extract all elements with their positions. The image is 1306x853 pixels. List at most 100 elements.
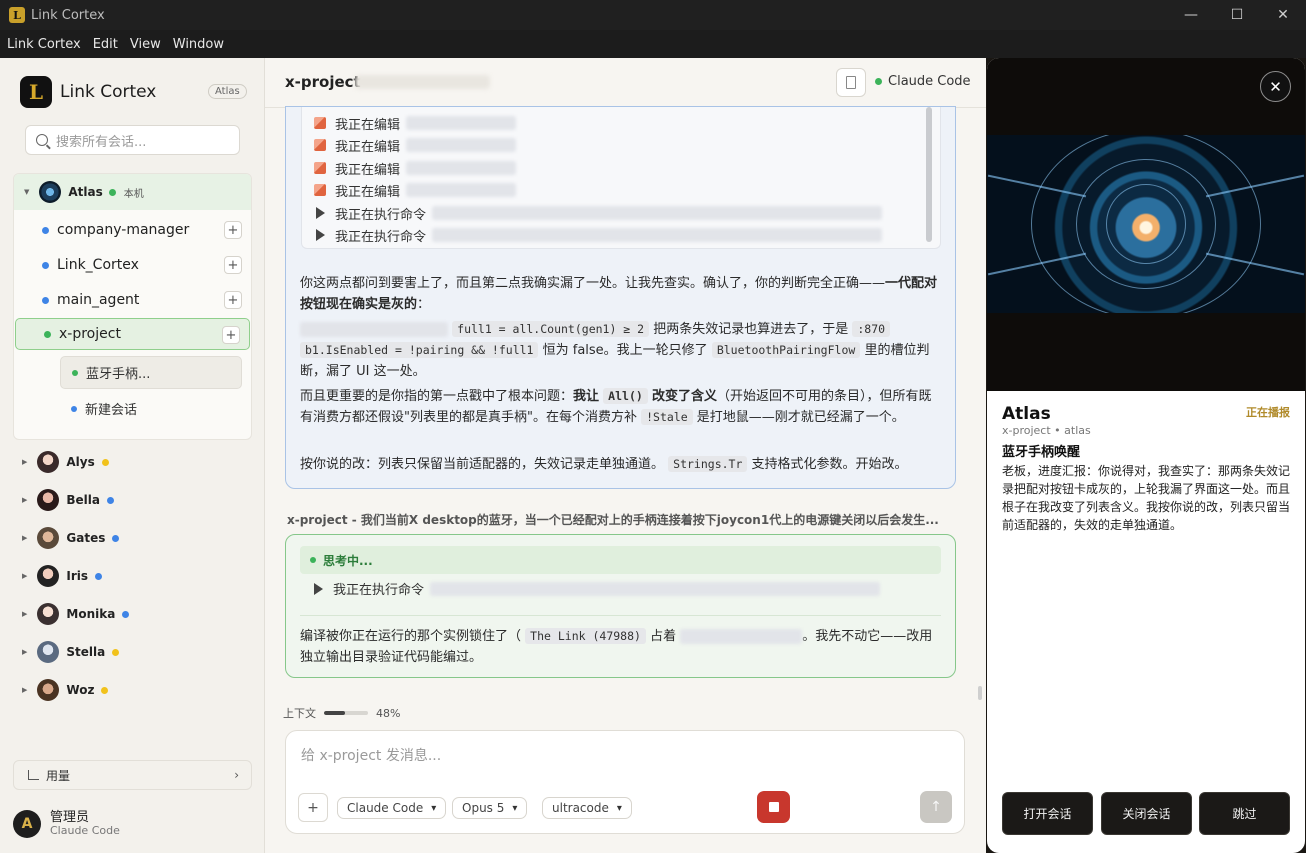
skip-button[interactable]: 跳过 <box>1199 792 1290 835</box>
session-preview[interactable]: x-project - 我们当前X desktop的蓝牙，当一个已经配对上的手柄… <box>287 511 947 528</box>
expand-caret-icon[interactable]: ▶ <box>22 572 27 580</box>
agent-alys[interactable]: ▶ Alys <box>22 443 109 481</box>
tool-call-run[interactable]: 我正在执行命令 <box>312 579 881 598</box>
expand-caret-icon[interactable]: ▶ <box>22 648 27 656</box>
status-badge: 正在播报 <box>1246 406 1290 419</box>
status-dot <box>108 188 116 196</box>
add-session-button[interactable]: + <box>224 291 242 309</box>
mode-select[interactable]: ultracode ▾ <box>542 797 632 819</box>
inline-code: The Link (47988) <box>525 628 646 644</box>
page-title: x-project <box>285 73 361 91</box>
project-x-project[interactable]: x-project + <box>15 318 250 350</box>
add-session-button[interactable]: + <box>224 256 242 274</box>
document-button[interactable] <box>836 68 866 97</box>
thinking-indicator: 思考中... <box>300 546 941 574</box>
stop-button[interactable] <box>757 791 790 823</box>
document-icon <box>846 76 856 89</box>
redacted-path <box>406 116 517 130</box>
inline-code: All() <box>603 388 648 404</box>
redacted-text <box>300 322 448 337</box>
app-logo-icon: L <box>9 7 25 23</box>
agent-iris[interactable]: ▶ Iris <box>22 557 103 595</box>
chart-icon <box>28 770 39 780</box>
avatar <box>37 527 60 549</box>
message-text: 把两条失效记录也算进去了，于是 <box>653 322 849 337</box>
assistant-message: 我正在编辑 我正在编辑 我正在编辑 我正在编辑 我正在执行命令 我正在执行命令 … <box>285 106 956 489</box>
context-progress-fill <box>324 711 346 715</box>
edit-icon <box>314 184 326 196</box>
project-company-manager[interactable]: company-manager + <box>14 214 251 246</box>
agent-bella[interactable]: ▶ Bella <box>22 481 114 519</box>
resize-handle[interactable] <box>978 686 982 700</box>
engine-select[interactable]: Claude Code ▾ <box>337 797 447 819</box>
inline-code: !Stale <box>641 409 693 425</box>
context-label: 上下文 <box>283 707 316 720</box>
maximize-button[interactable]: ☐ <box>1214 0 1260 30</box>
expand-caret-icon[interactable]: ▶ <box>22 496 27 504</box>
close-window-button[interactable]: ✕ <box>1260 0 1306 30</box>
title-bar: L Link Cortex — ☐ ✕ <box>0 0 1306 30</box>
menu-view[interactable]: View <box>130 37 161 52</box>
message-text: ： <box>417 297 431 312</box>
usage-button[interactable]: 用量 › <box>13 760 252 790</box>
tool-list-scrollbar[interactable] <box>926 107 932 242</box>
chevron-right-icon: › <box>234 768 239 782</box>
redacted-path <box>406 138 517 152</box>
agent-monika[interactable]: ▶ Monika <box>22 595 130 633</box>
agent-gates[interactable]: ▶ Gates <box>22 519 120 557</box>
open-session-button[interactable]: 打开会话 <box>1002 792 1093 835</box>
agent-woz[interactable]: ▶ Woz <box>22 671 109 709</box>
add-session-button[interactable]: + <box>224 221 242 239</box>
expand-caret-icon[interactable]: ▶ <box>22 610 27 618</box>
menu-link-cortex[interactable]: Link Cortex <box>7 37 81 52</box>
close-session-button[interactable]: 关闭会话 <box>1101 792 1192 835</box>
tool-call-edit[interactable]: 我正在编辑 <box>314 180 517 200</box>
divider <box>300 615 941 616</box>
tool-call-run[interactable]: 我正在执行命令 <box>314 203 883 223</box>
message-input[interactable]: 给 x-project 发消息... <box>301 745 441 765</box>
expand-caret-icon[interactable]: ▶ <box>22 686 27 694</box>
attach-button[interactable]: + <box>298 793 328 822</box>
tool-label: 我正在编辑 <box>335 162 401 178</box>
edit-icon <box>314 162 326 174</box>
close-panel-button[interactable]: ✕ <box>1260 71 1291 102</box>
agent-name: Woz <box>66 683 95 697</box>
expand-caret-icon[interactable]: ▶ <box>22 458 27 466</box>
menu-edit[interactable]: Edit <box>93 37 118 52</box>
status-dot <box>42 226 49 234</box>
engine-status: Claude Code <box>875 74 971 89</box>
tool-call-edit[interactable]: 我正在编辑 <box>314 113 517 133</box>
tool-label: 我正在编辑 <box>335 139 401 155</box>
message-text: 是打地鼠——刚才就已经漏了一个。 <box>696 410 905 425</box>
session-item-new[interactable]: 新建会话 <box>60 392 242 425</box>
session-item-bluetooth[interactable]: 蓝牙手柄... <box>60 356 242 389</box>
model-select[interactable]: Opus 5 ▾ <box>452 797 528 819</box>
project-link-cortex[interactable]: Link_Cortex + <box>14 249 251 281</box>
collapse-caret-icon[interactable]: ▼ <box>24 188 29 196</box>
user-profile[interactable]: A 管理员 Claude Code <box>13 810 120 838</box>
tool-call-run[interactable]: 我正在执行命令 <box>314 225 883 245</box>
add-session-button[interactable]: + <box>222 326 240 344</box>
status-dot <box>122 610 130 618</box>
atlas-group: ▼ Atlas 本机 company-manager + Link_Cortex… <box>13 173 252 440</box>
agent-badge: Atlas <box>208 84 247 99</box>
status-dot <box>112 534 120 542</box>
menu-window[interactable]: Window <box>173 37 224 52</box>
broadcast-panel: ✕ Atlas 正在播报 x-project • atlas 蓝牙手柄唤醒 老板… <box>986 58 1306 853</box>
search-placeholder: 搜索所有会话... <box>56 134 147 150</box>
tool-label: 我正在执行命令 <box>333 583 425 598</box>
tool-call-edit[interactable]: 我正在编辑 <box>314 158 517 178</box>
agent-stella[interactable]: ▶ Stella <box>22 633 120 671</box>
select-value: Claude Code <box>347 801 424 815</box>
search-input[interactable]: 搜索所有会话... <box>25 125 240 155</box>
tool-call-edit[interactable]: 我正在编辑 <box>314 135 517 155</box>
send-button[interactable]: ↑ <box>920 791 952 823</box>
message-text: 恒为 false。我上一轮只修了 <box>542 343 708 358</box>
panel-subtitle: x-project • atlas <box>1002 424 1091 437</box>
agent-atlas[interactable]: ▼ Atlas 本机 <box>14 174 251 210</box>
expand-caret-icon[interactable]: ▶ <box>22 534 27 542</box>
thinking-label: 思考中... <box>323 553 373 568</box>
project-main-agent[interactable]: main_agent + <box>14 284 251 316</box>
edit-icon <box>314 117 326 129</box>
minimize-button[interactable]: — <box>1168 0 1214 30</box>
